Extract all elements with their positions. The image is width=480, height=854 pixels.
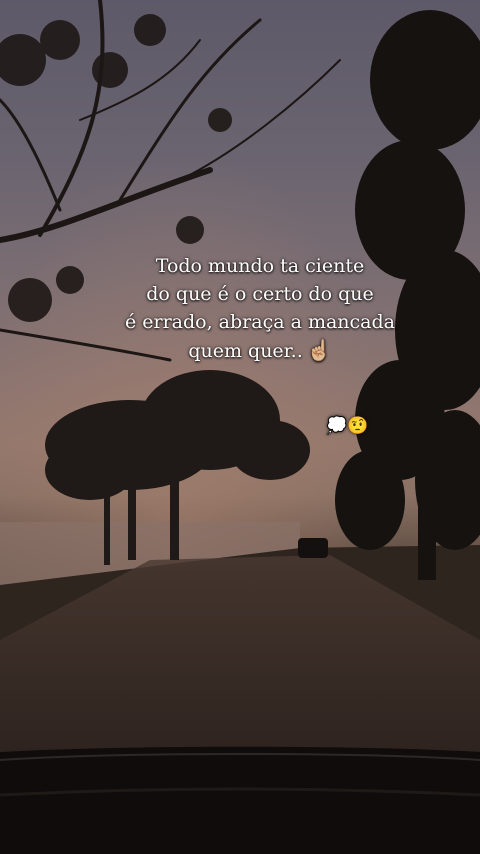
story-screen: Todo mundo ta ciente do que é o certo do… [0, 0, 480, 854]
background-photo [0, 0, 480, 854]
thought-bubble-raised-eyebrow-emoji-icon: 💭🤨 [326, 416, 369, 436]
caption-line-2: do que é o certo do que [146, 283, 374, 305]
distant-car [298, 538, 328, 558]
caption-line-1: Todo mundo ta ciente [155, 255, 365, 277]
pointing-up-emoji-icon: ☝🏼 [306, 338, 332, 362]
dashboard [0, 746, 480, 854]
story-caption: Todo mundo ta ciente do que é o certo do… [110, 252, 410, 365]
caption-line-4-text: quem quer.. [188, 340, 303, 362]
caption-line-4: quem quer.. ☝🏼 [110, 336, 410, 365]
caption-line-3: é errado, abraça a mancada [124, 311, 396, 333]
